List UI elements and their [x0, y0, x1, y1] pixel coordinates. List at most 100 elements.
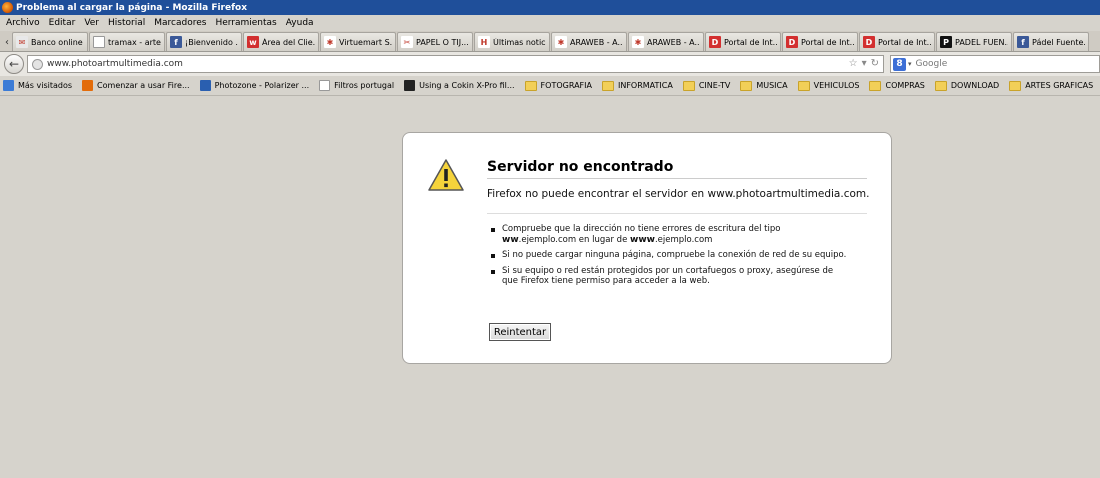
suggestion-list: Compruebe que la dirección no tiene erro… [489, 224, 849, 292]
bookmarks-toolbar: Más visitados Comenzar a usar Fire... Phot… [0, 76, 1100, 96]
bookmark-label: CINE-TV [698, 81, 731, 90]
bookmark-folder[interactable]: VEHICULOS [797, 80, 860, 91]
title-divider [487, 178, 867, 179]
facebook-icon: f [170, 36, 182, 48]
browser-tab[interactable]: D Portal de Int... [782, 32, 858, 51]
search-placeholder[interactable]: Google [916, 59, 948, 69]
folder-icon [601, 80, 614, 91]
menu-herramientas[interactable]: Herramientas [215, 18, 276, 28]
bookmark-label: INFORMATICA [617, 81, 673, 90]
browser-tab[interactable]: ✂ PAPEL O TIJ... [397, 32, 473, 51]
folder-icon [682, 80, 695, 91]
firefox-icon [82, 80, 94, 91]
tab-label: Pádel Fuente... [1032, 37, 1085, 47]
menu-editar[interactable]: Editar [49, 18, 76, 28]
most-visited-icon [3, 80, 14, 91]
d-icon: D [709, 36, 721, 48]
bookmark-star-icon[interactable]: ☆ [849, 58, 858, 69]
tab-label: ¡Bienvenido ... [185, 37, 238, 47]
search-engine-dropdown-icon[interactable]: ▾ [908, 60, 912, 68]
menu-historial[interactable]: Historial [108, 18, 145, 28]
firefox-icon [2, 2, 13, 13]
suggestion-item: Si su equipo o red están protegidos por … [489, 266, 849, 287]
tab-label: ARAWEB - A... [570, 37, 623, 47]
bookmark-label: Filtros portugal [334, 81, 395, 90]
joomla-icon: ✱ [555, 36, 567, 48]
d-icon: D [786, 36, 798, 48]
back-button[interactable]: ← [4, 54, 24, 74]
bookmark-folder[interactable]: MUSICA [740, 80, 788, 91]
suggestion-item: Compruebe que la dirección no tiene erro… [489, 224, 849, 245]
google-icon[interactable]: 8 [893, 57, 906, 71]
url-bar[interactable]: www.photoartmultimedia.com ☆ ▾ ↻ [27, 55, 884, 73]
bookmark-item[interactable]: Using a Cokin X-Pro fil... [404, 80, 515, 91]
bookmark-item[interactable]: Comenzar a usar Fire... [82, 80, 190, 91]
menu-archivo[interactable]: Archivo [6, 18, 40, 28]
retry-button[interactable]: Reintentar [489, 323, 551, 341]
bookmark-label: VEHICULOS [813, 81, 860, 90]
tab-label: Área del Clie... [262, 37, 315, 47]
cokin-icon [404, 80, 416, 91]
bank-icon: ✉ [16, 36, 28, 48]
browser-tab[interactable]: ✱ ARAWEB - A... [628, 32, 704, 51]
virtuemart-icon: ✱ [324, 36, 336, 48]
window-titlebar: Problema al cargar la página - Mozilla F… [0, 0, 1100, 15]
tab-label: PAPEL O TIJ... [416, 37, 469, 47]
menu-bar: Archivo Editar Ver Historial Marcadores … [0, 15, 1100, 31]
menu-ayuda[interactable]: Ayuda [286, 18, 314, 28]
browser-tab[interactable]: w Área del Clie... [243, 32, 319, 51]
facebook-icon: f [1017, 36, 1029, 48]
bookmark-folder[interactable]: ARTES GRAFICAS [1009, 80, 1093, 91]
scissors-icon: ✂ [401, 36, 413, 48]
blank-page-icon [93, 36, 105, 48]
blank-page-icon [319, 80, 331, 91]
tab-label: Últimas notici... [493, 37, 546, 47]
reload-icon[interactable]: ↻ [871, 58, 879, 69]
folder-icon [740, 80, 753, 91]
bookmark-item[interactable]: Más visitados [3, 80, 72, 91]
bookmark-label: Más visitados [18, 81, 73, 90]
bookmark-label: Comenzar a usar Fire... [97, 81, 190, 90]
bookmark-item[interactable]: Photozone - Polarizer ... [199, 80, 310, 91]
bookmark-label: Photozone - Polarizer ... [214, 81, 310, 90]
url-text[interactable]: www.photoartmultimedia.com [47, 59, 183, 69]
browser-tab[interactable]: ✉Banco online ... [12, 32, 88, 51]
d-icon: D [863, 36, 875, 48]
w-icon: w [247, 36, 259, 48]
bookmark-label: MUSICA [756, 81, 788, 90]
back-arrow-icon: ← [8, 57, 20, 71]
menu-ver[interactable]: Ver [84, 18, 99, 28]
browser-tab[interactable]: ✱ Virtuemart S... [320, 32, 396, 51]
bookmark-label: Using a Cokin X-Pro fil... [419, 81, 515, 90]
bookmark-folder[interactable]: INFORMATICA [601, 80, 673, 91]
error-box: Servidor no encontrado Firefox no puede … [402, 132, 892, 364]
search-bar[interactable]: 8 ▾ Google [890, 55, 1100, 73]
example-bold: ww [502, 234, 519, 245]
bookmark-folder[interactable]: COMPRAS [869, 80, 925, 91]
folder-icon [869, 80, 882, 91]
tab-label: Virtuemart S... [339, 37, 392, 47]
folder-icon [524, 80, 537, 91]
menu-marcadores[interactable]: Marcadores [154, 18, 206, 28]
bookmark-folder[interactable]: DOWNLOAD [934, 80, 999, 91]
url-dropdown-icon[interactable]: ▾ [862, 58, 867, 69]
tab-scroll-left-icon[interactable]: ‹ [2, 33, 12, 51]
url-bar-actions: ☆ ▾ ↻ [845, 58, 879, 69]
browser-tab[interactable]: HÚltimas notici... [474, 32, 550, 51]
bookmark-folder[interactable]: FOTOGRAFIA [524, 80, 592, 91]
folder-icon [797, 80, 810, 91]
browser-tab[interactable]: tramax - arte... [89, 32, 165, 51]
bookmark-label: FOTOGRAFIA [540, 81, 592, 90]
browser-tab[interactable]: D Portal de Int... [859, 32, 935, 51]
tab-strip: ‹ ✉Banco online ...tramax - arte...f¡Bie… [0, 31, 1100, 52]
bookmark-folder[interactable]: CINE-TV [682, 80, 731, 91]
example-text: .ejemplo.com [654, 234, 713, 245]
browser-tab[interactable]: D Portal de Int... [705, 32, 781, 51]
browser-tab[interactable]: P PADEL FUEN... [936, 32, 1012, 51]
window-title: Problema al cargar la página - Mozilla F… [16, 2, 247, 13]
browser-tab[interactable]: ✱ ARAWEB - A... [551, 32, 627, 51]
h-icon: H [478, 36, 490, 48]
browser-tab[interactable]: f ¡Bienvenido ... [166, 32, 242, 51]
bookmark-item[interactable]: Filtros portugal [319, 80, 394, 91]
browser-tab[interactable]: fPádel Fuente... [1013, 32, 1089, 51]
